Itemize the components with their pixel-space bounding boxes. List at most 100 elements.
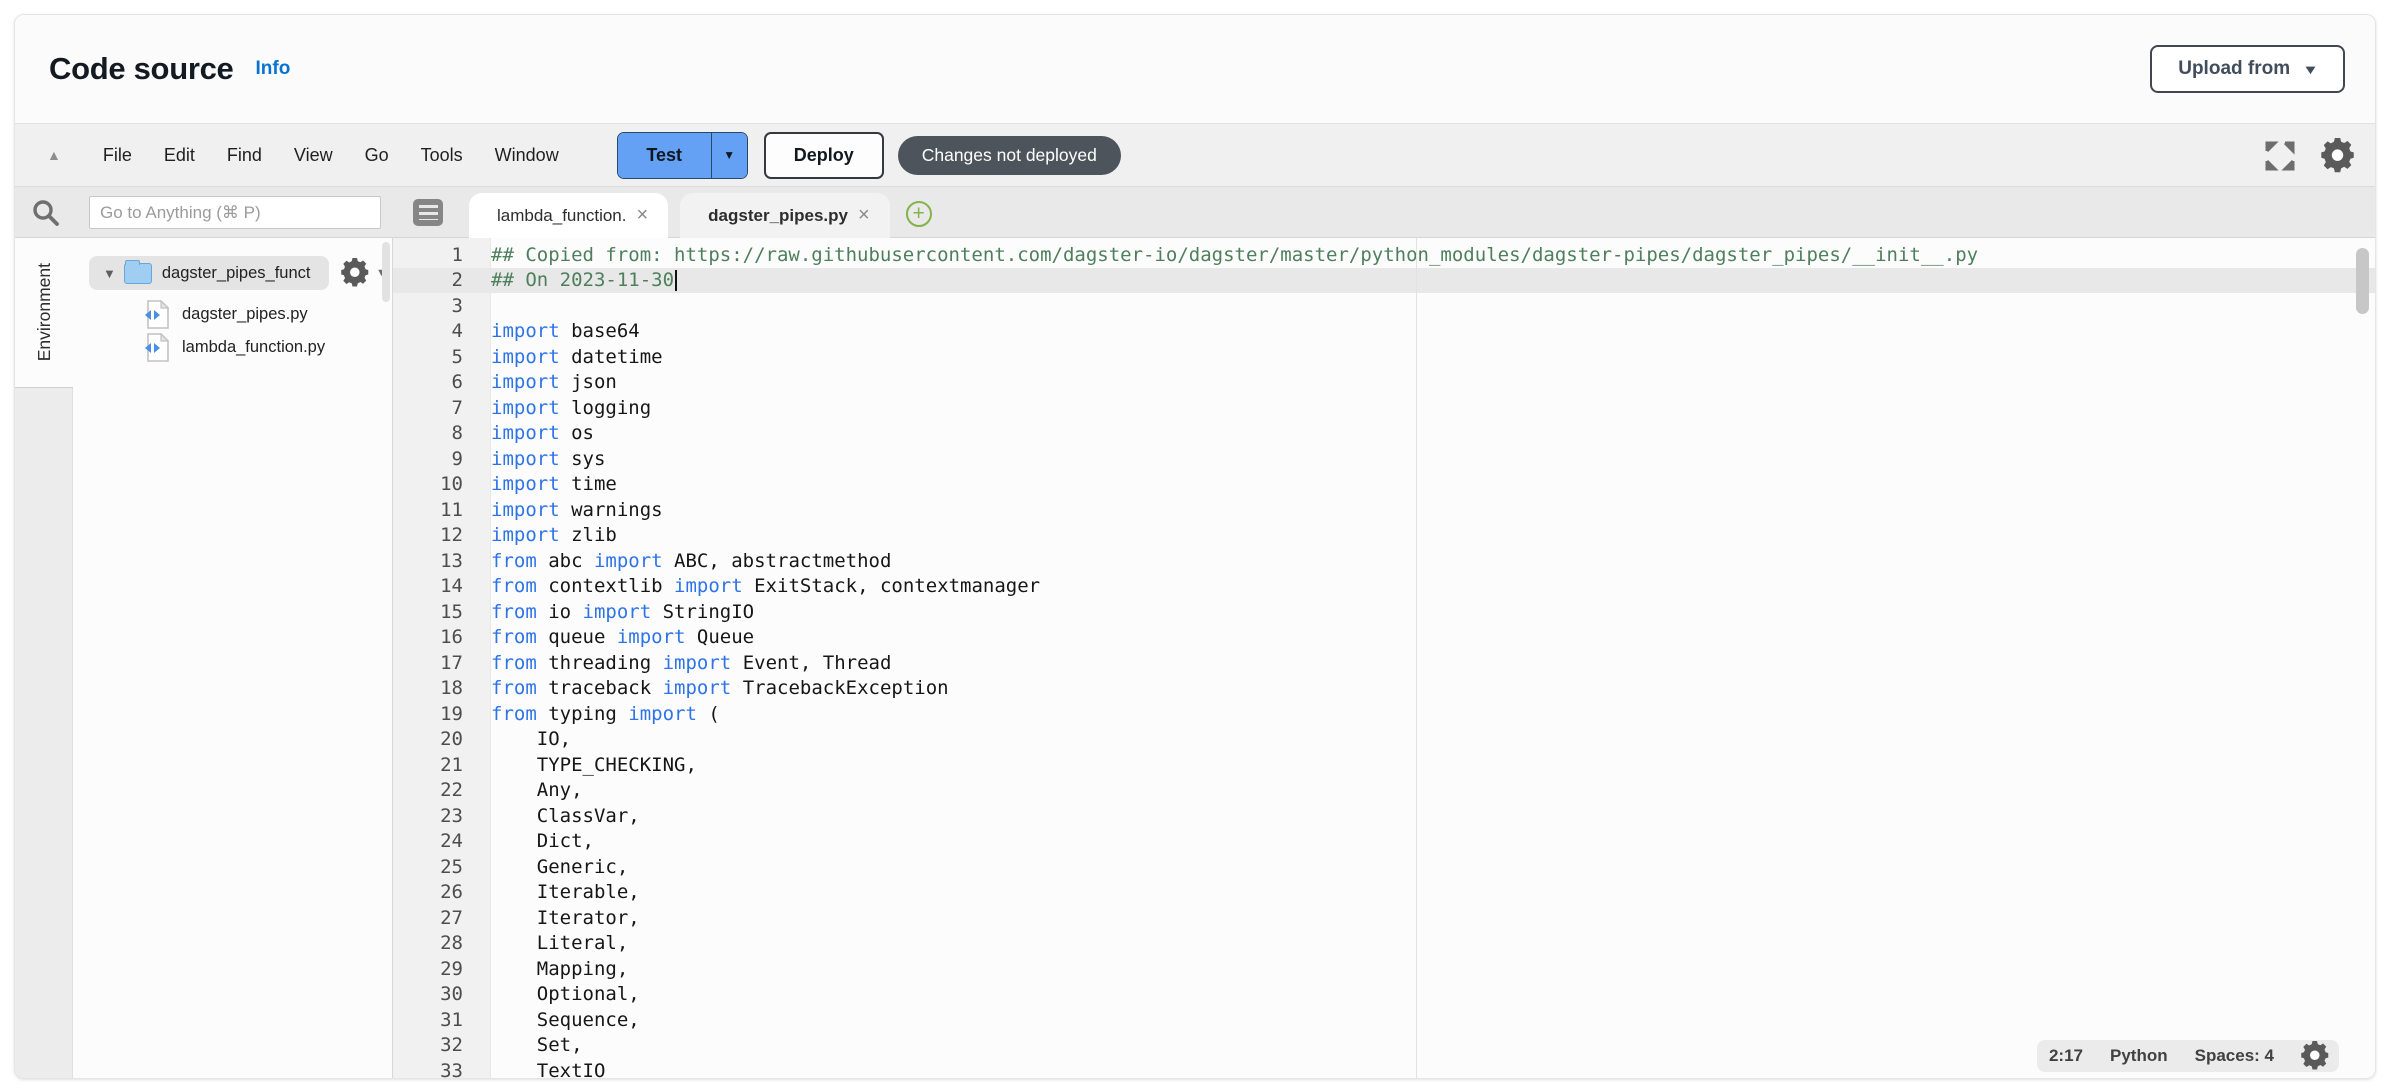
tab-lambda-function[interactable]: lambda_function.× (469, 193, 668, 238)
cursor-position[interactable]: 2:17 (2049, 1046, 2083, 1066)
tab-dagster-pipes-py[interactable]: dagster_pipes.py× (680, 193, 890, 238)
upload-from-button[interactable]: Upload from ▼ (2150, 45, 2345, 93)
code-line-2[interactable]: 2## On 2023-11-30 (393, 268, 2375, 294)
line-number[interactable]: 31 (393, 1009, 491, 1031)
code-editor[interactable]: 1## Copied from: https://raw.githubuserc… (393, 238, 2375, 1078)
code-line-13[interactable]: 13from abc import ABC, abstractmethod (393, 548, 2375, 574)
line-number[interactable]: 15 (393, 601, 491, 623)
language-mode[interactable]: Python (2110, 1046, 2168, 1066)
code-line-8[interactable]: 8import os (393, 421, 2375, 447)
code-line-6[interactable]: 6import json (393, 370, 2375, 396)
fullscreen-icon[interactable] (2265, 141, 2295, 171)
code-line-3[interactable]: 3 (393, 293, 2375, 319)
menu-find[interactable]: Find (211, 137, 278, 174)
tree-scrollbar[interactable] (382, 242, 390, 302)
line-number[interactable]: 14 (393, 575, 491, 597)
code-line-18[interactable]: 18from traceback import TracebackExcepti… (393, 676, 2375, 702)
collapse-panel-icon[interactable]: ▲ (47, 147, 61, 163)
line-number[interactable]: 12 (393, 524, 491, 546)
line-number[interactable]: 22 (393, 779, 491, 801)
code-line-25[interactable]: 25 Generic, (393, 854, 2375, 880)
line-number[interactable]: 2 (393, 269, 491, 291)
menu-edit[interactable]: Edit (148, 137, 211, 174)
line-number[interactable]: 8 (393, 422, 491, 444)
line-number[interactable]: 16 (393, 626, 491, 648)
code-line-12[interactable]: 12import zlib (393, 523, 2375, 549)
line-number[interactable]: 30 (393, 983, 491, 1005)
line-number[interactable]: 3 (393, 295, 491, 317)
code-line-28[interactable]: 28 Literal, (393, 931, 2375, 957)
editor-scrollbar[interactable] (2356, 248, 2369, 314)
close-tab-icon[interactable]: × (858, 204, 870, 227)
code-line-17[interactable]: 17from threading import Event, Thread (393, 650, 2375, 676)
indentation-setting[interactable]: Spaces: 4 (2195, 1046, 2274, 1066)
code-line-14[interactable]: 14from contextlib import ExitStack, cont… (393, 574, 2375, 600)
deploy-button[interactable]: Deploy (764, 132, 884, 179)
environment-panel-tab[interactable]: Environment (15, 238, 73, 388)
line-number[interactable]: 1 (393, 244, 491, 266)
menu-window[interactable]: Window (479, 137, 575, 174)
code-line-5[interactable]: 5import datetime (393, 344, 2375, 370)
tree-file-lambda_function.py[interactable]: lambda_function.py (73, 331, 392, 364)
menu-tools[interactable]: Tools (405, 137, 479, 174)
code-line-4[interactable]: 4import base64 (393, 319, 2375, 345)
line-number[interactable]: 20 (393, 728, 491, 750)
editor-settings-gear-icon[interactable] (2301, 1041, 2331, 1071)
line-number[interactable]: 32 (393, 1034, 491, 1056)
test-dropdown-button[interactable]: ▼ (711, 133, 747, 178)
close-tab-icon[interactable]: × (636, 204, 648, 227)
line-number[interactable]: 11 (393, 499, 491, 521)
code-line-24[interactable]: 24 Dict, (393, 829, 2375, 855)
code-line-11[interactable]: 11import warnings (393, 497, 2375, 523)
line-number[interactable]: 25 (393, 856, 491, 878)
line-number[interactable]: 29 (393, 958, 491, 980)
code-line-22[interactable]: 22 Any, (393, 778, 2375, 804)
code-line-1[interactable]: 1## Copied from: https://raw.githubuserc… (393, 242, 2375, 268)
code-line-31[interactable]: 31 Sequence, (393, 1007, 2375, 1033)
line-number[interactable]: 4 (393, 320, 491, 342)
line-number[interactable]: 6 (393, 371, 491, 393)
code-line-26[interactable]: 26 Iterable, (393, 880, 2375, 906)
line-number[interactable]: 19 (393, 703, 491, 725)
code-line-21[interactable]: 21 TYPE_CHECKING, (393, 752, 2375, 778)
line-number[interactable]: 18 (393, 677, 491, 699)
settings-gear-icon[interactable] (2321, 138, 2357, 174)
line-number[interactable]: 27 (393, 907, 491, 929)
page-title: Code source (49, 51, 233, 87)
tab-list-icon[interactable] (413, 199, 443, 226)
code-line-7[interactable]: 7import logging (393, 395, 2375, 421)
disclosure-triangle-icon[interactable]: ▼ (103, 266, 116, 281)
test-button[interactable]: Test (618, 133, 711, 178)
menu-go[interactable]: Go (349, 137, 405, 174)
line-number[interactable]: 28 (393, 932, 491, 954)
info-link[interactable]: Info (255, 58, 290, 80)
menu-file[interactable]: File (87, 137, 148, 174)
tree-folder-row[interactable]: ▼ dagster_pipes_funct (89, 256, 329, 290)
code-line-23[interactable]: 23 ClassVar, (393, 803, 2375, 829)
line-number[interactable]: 9 (393, 448, 491, 470)
line-number[interactable]: 23 (393, 805, 491, 827)
line-number[interactable]: 33 (393, 1060, 491, 1078)
line-number[interactable]: 5 (393, 346, 491, 368)
goto-anything-input[interactable] (89, 196, 381, 229)
line-number[interactable]: 10 (393, 473, 491, 495)
code-line-9[interactable]: 9import sys (393, 446, 2375, 472)
code-line-29[interactable]: 29 Mapping, (393, 956, 2375, 982)
code-line-16[interactable]: 16from queue import Queue (393, 625, 2375, 651)
code-line-19[interactable]: 19from typing import ( (393, 701, 2375, 727)
code-line-27[interactable]: 27 Iterator, (393, 905, 2375, 931)
tree-settings-button[interactable]: ▼ (341, 258, 387, 288)
line-number[interactable]: 24 (393, 830, 491, 852)
code-line-20[interactable]: 20 IO, (393, 727, 2375, 753)
line-number[interactable]: 7 (393, 397, 491, 419)
line-number[interactable]: 17 (393, 652, 491, 674)
line-number[interactable]: 26 (393, 881, 491, 903)
tree-file-dagster_pipes.py[interactable]: dagster_pipes.py (73, 298, 392, 331)
menu-view[interactable]: View (278, 137, 349, 174)
code-line-15[interactable]: 15from io import StringIO (393, 599, 2375, 625)
line-number[interactable]: 21 (393, 754, 491, 776)
code-line-30[interactable]: 30 Optional, (393, 982, 2375, 1008)
code-line-10[interactable]: 10import time (393, 472, 2375, 498)
new-tab-button[interactable]: + (906, 201, 932, 227)
line-number[interactable]: 13 (393, 550, 491, 572)
